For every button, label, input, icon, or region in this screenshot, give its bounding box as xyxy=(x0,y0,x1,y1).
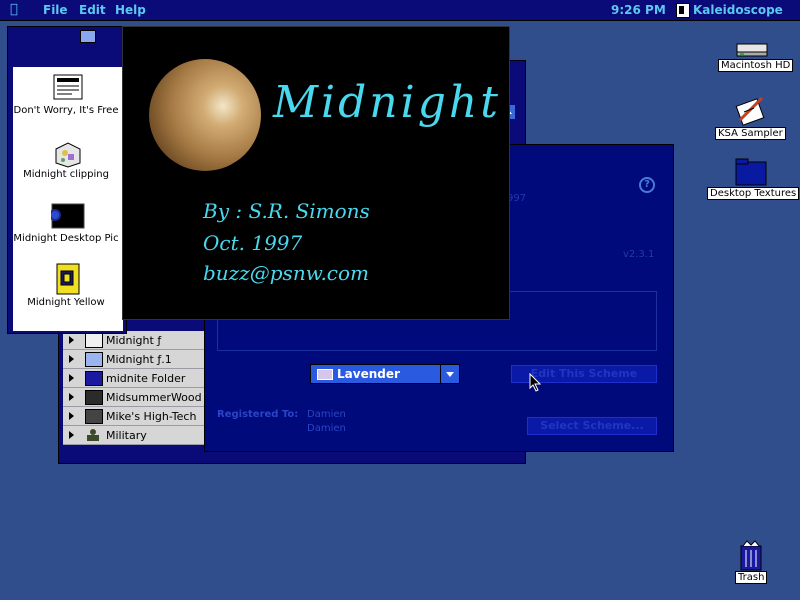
disclosure-triangle-icon[interactable] xyxy=(69,393,74,401)
document-icon xyxy=(53,74,83,100)
menu-clock[interactable]: 9:26 PM xyxy=(611,3,666,17)
disclosure-triangle-icon[interactable] xyxy=(69,431,74,439)
scheme-popup-menu[interactable]: Lavender xyxy=(310,364,460,384)
menu-file[interactable]: File xyxy=(43,3,68,17)
desktop-icon-label: Trash xyxy=(735,571,768,584)
menu-help[interactable]: Help xyxy=(115,3,146,17)
folder-item[interactable]: Midnight Yellow xyxy=(13,263,123,308)
folder-item[interactable]: Don't Worry, It's Free xyxy=(13,73,123,116)
desktop-icon-label: Macintosh HD xyxy=(718,59,794,72)
desktop-icon-label: Desktop Textures xyxy=(707,187,800,200)
splash-email: buzz@psnw.com xyxy=(203,261,370,285)
folder-item-label: Midnight Yellow xyxy=(27,297,105,308)
list-item-name: midnite Folder xyxy=(106,372,186,385)
disclosure-triangle-icon[interactable] xyxy=(69,374,74,382)
list-item[interactable]: midnite Folder xyxy=(63,369,204,388)
folder-icon xyxy=(85,390,103,405)
apple-menu-icon[interactable]:  xyxy=(10,2,18,17)
list-item-name: Midnight ƒ.1 xyxy=(106,353,172,366)
disclosure-triangle-icon[interactable] xyxy=(69,336,74,344)
desktop-icon-label: KSA Sampler xyxy=(715,127,786,140)
folder-item-label: Midnight Desktop Pic xyxy=(13,233,119,244)
trash-icon xyxy=(740,540,762,571)
folder-item[interactable]: Midnight Desktop Pic xyxy=(13,203,123,244)
list-item[interactable]: MidsummerWood1.0 xyxy=(63,388,204,407)
folder-content: Don't Worry, It's Free Midnight clipping… xyxy=(13,67,123,331)
popup-arrow-icon[interactable] xyxy=(440,365,459,383)
moon-icon xyxy=(149,59,261,171)
registered-name: Damien xyxy=(307,409,346,420)
folder-icon xyxy=(85,371,103,386)
registered-to-label: Registered To: xyxy=(217,409,299,420)
folder-item-label: Midnight clipping xyxy=(23,169,109,180)
list-item-name: MidsummerWood1.0 xyxy=(106,391,202,404)
folder-icon xyxy=(85,428,101,441)
application-menu-icon[interactable] xyxy=(676,3,690,18)
hard-disk-icon xyxy=(736,43,768,57)
splash-author: By : S.R. Simons xyxy=(203,199,370,223)
list-item[interactable]: Military xyxy=(63,426,204,445)
folder-icon xyxy=(85,352,103,367)
ksa-sampler-icon xyxy=(735,96,765,126)
folder-item[interactable]: Midnight clipping xyxy=(13,141,123,180)
folder-window[interactable]: Don't Worry, It's Free Midnight clipping… xyxy=(7,26,127,334)
desktop-icon-ksa-sampler[interactable]: KSA Sampler xyxy=(714,94,790,140)
registered-org: Damien xyxy=(307,423,346,434)
splash-screen[interactable]: Midnight By : S.R. Simons Oct. 1997 buzz… xyxy=(122,26,510,320)
desktop-icon-desktop-textures[interactable]: Desktop Textures xyxy=(707,158,800,202)
list-item[interactable]: Midnight ƒ.1 xyxy=(63,350,204,369)
desktop-icon-trash[interactable]: Trash xyxy=(732,540,772,586)
list-item[interactable]: Mike's High-Tech xyxy=(63,407,204,426)
folder-icon xyxy=(85,409,103,424)
desktop-icon-macintosh-hd[interactable]: Macintosh HD xyxy=(718,38,794,74)
list-item-name: Midnight ƒ xyxy=(106,334,162,347)
clipping-icon xyxy=(55,142,81,168)
menu-bar:  File Edit Help 9:26 PM Kaleidoscope xyxy=(0,0,800,21)
folder-title-icon xyxy=(80,30,96,43)
file-list: Midnight ƒ Midnight ƒ.1 midnite Folder M… xyxy=(63,331,204,445)
splash-title: Midnight xyxy=(273,77,501,128)
disclosure-triangle-icon[interactable] xyxy=(69,355,74,363)
scheme-popup-value: Lavender xyxy=(337,367,400,381)
folder-icon xyxy=(735,158,767,186)
disclosure-triangle-icon[interactable] xyxy=(69,412,74,420)
version-label: v2.3.1 xyxy=(623,249,655,260)
splash-date: Oct. 1997 xyxy=(203,231,303,255)
menu-edit[interactable]: Edit xyxy=(79,3,106,17)
list-item-name: Military xyxy=(106,429,147,442)
list-item-name: Mike's High-Tech xyxy=(106,410,197,423)
folder-icon xyxy=(85,333,103,348)
scheme-swatch-icon xyxy=(317,369,333,380)
select-scheme-button[interactable]: Select Scheme... xyxy=(527,417,657,435)
folder-item-label: Don't Worry, It's Free xyxy=(13,105,119,116)
mouse-pointer-icon xyxy=(529,373,542,392)
scheme-file-icon xyxy=(56,263,80,295)
application-menu-label[interactable]: Kaleidoscope xyxy=(693,3,783,17)
picture-icon xyxy=(51,203,85,229)
help-icon[interactable]: ? xyxy=(639,177,655,193)
